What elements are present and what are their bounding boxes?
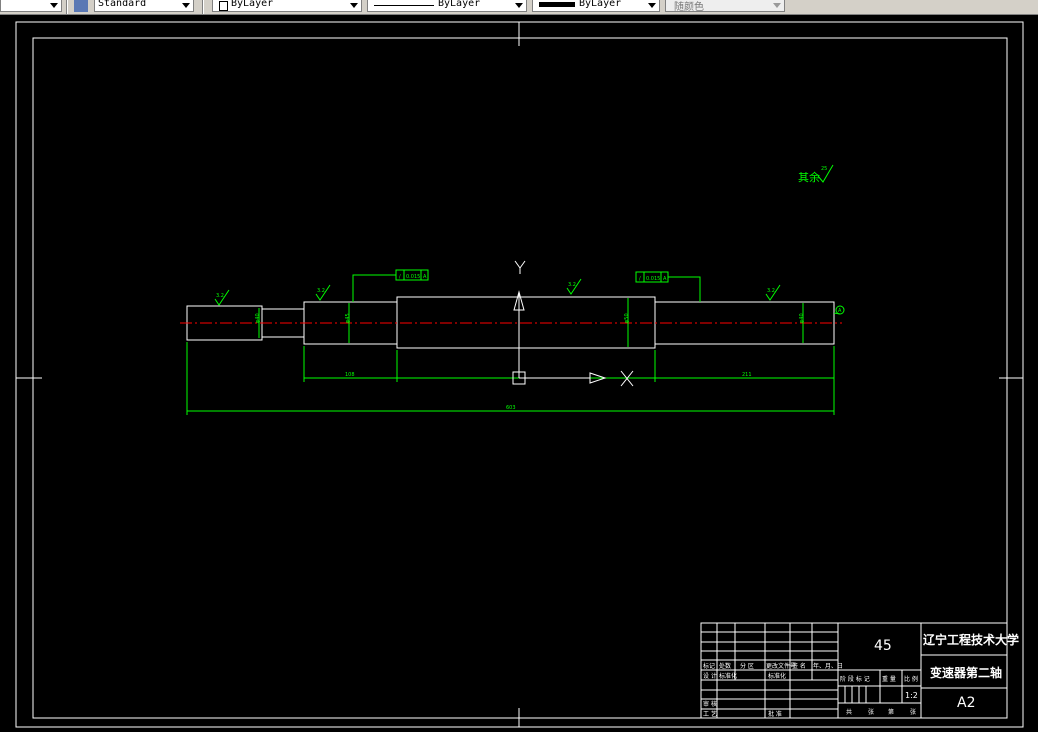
tolerance-value-2: 0.015 — [646, 276, 660, 282]
chevron-down-icon — [182, 3, 190, 8]
toolbar-dropdown-left[interactable] — [0, 0, 62, 12]
lineweight-dropdown[interactable]: ByLayer — [532, 0, 660, 12]
linetype-value: ByLayer — [438, 0, 481, 9]
sheets-label-1: 张 — [868, 708, 874, 716]
dim-108: 108 — [345, 372, 355, 378]
diameter-label-1: φ40 — [255, 313, 261, 323]
properties-toolbar: Standard ByLayer ByLayer ByLayer 随颜色 — [0, 0, 1038, 15]
row1-label-0: 标记 — [703, 662, 715, 670]
title-part-name: 变速器第二轴 — [930, 665, 1002, 680]
flatness-icon: / — [639, 276, 641, 282]
process-label: 工 艺 — [703, 710, 717, 718]
datum-marker: A — [838, 308, 842, 314]
diameter-label-3: φ50 — [624, 313, 630, 323]
text-style-icon[interactable] — [74, 0, 88, 12]
tolerance-value-1: 0.015 — [406, 274, 420, 280]
sheet-count-labels: 共 张 第 张 — [846, 708, 916, 716]
title-sheet-size: A2 — [957, 695, 975, 711]
title-scale: 1:2 — [905, 691, 918, 700]
plot-style-dropdown[interactable]: 随颜色 — [665, 0, 785, 13]
diameter-label-4: φ40 — [799, 313, 805, 323]
tolerance-datum-1: A — [423, 274, 427, 280]
dim-211: 211 — [742, 372, 752, 378]
row2-label-3: 标准化 — [768, 672, 786, 680]
drawing-canvas[interactable]: φ40 φ45 φ50 φ40 108 211 603 3.2 3.2 3.2 … — [0, 15, 1038, 732]
roughness-other-value: 25 — [821, 166, 827, 172]
title-material: 45 — [874, 638, 892, 654]
stage-label-0: 阶 段 标 记 — [840, 675, 870, 683]
roughness-label-4: 3.2 — [767, 288, 775, 294]
chevron-down-icon — [350, 3, 358, 8]
toolbar-separator — [66, 0, 68, 14]
row2-label-0: 设 计 — [703, 672, 717, 680]
sheets-label-0: 共 — [846, 708, 852, 716]
row1-label-4: 签 名 — [792, 662, 806, 670]
roughness-label-2: 3.2 — [317, 288, 325, 294]
layer-dropdown[interactable]: ByLayer — [212, 0, 362, 12]
approve-label: 批 准 — [768, 710, 782, 718]
stage-label-2: 比 例 — [904, 675, 918, 683]
audit-label: 审 核 — [703, 700, 717, 708]
layer-value: ByLayer — [231, 0, 274, 9]
lineweight-value: ByLayer — [579, 0, 622, 9]
row2-label-1: 标准化 — [719, 672, 737, 680]
linetype-dropdown[interactable]: ByLayer — [367, 0, 527, 12]
sheets-label-2: 第 — [888, 708, 894, 716]
toolbar-separator — [202, 0, 204, 14]
row1-label-2: 分 区 — [740, 662, 754, 670]
roughness-label-1: 3.2 — [216, 293, 224, 299]
title-stage-labels: 阶 段 标 记 重 量 比 例 — [840, 675, 918, 683]
dim-total: 603 — [506, 405, 516, 411]
chevron-down-icon — [50, 3, 58, 8]
sheets-label-3: 张 — [910, 708, 916, 716]
color-swatch-icon — [219, 1, 228, 11]
title-row-labels-2: 设 计 标准化 标准化 — [703, 672, 786, 680]
roughness-symbols — [214, 164, 834, 306]
chevron-down-icon — [773, 3, 781, 8]
title-school: 辽宁工程技术大学 — [923, 632, 1019, 647]
flatness-icon: / — [399, 274, 401, 280]
text-style-dropdown[interactable]: Standard — [94, 0, 194, 12]
diameter-label-2: φ45 — [345, 313, 351, 323]
stage-label-1: 重 量 — [882, 675, 896, 683]
lineweight-sample-icon — [539, 2, 575, 7]
roughness-other-label: 其余 — [798, 170, 820, 184]
title-row-labels-1: 标记 处数 分 区 更改文件号 签 名 年、月、日 — [703, 662, 843, 670]
text-style-value: Standard — [98, 0, 147, 9]
row1-label-1: 处数 — [719, 662, 731, 670]
linetype-sample-icon — [374, 5, 434, 6]
chevron-down-icon — [515, 3, 523, 8]
roughness-label-3: 3.2 — [568, 282, 576, 288]
tolerance-datum-2: A — [663, 276, 667, 282]
plot-style-value: 随颜色 — [674, 2, 704, 13]
row1-label-5: 年、月、日 — [813, 662, 843, 670]
chevron-down-icon — [648, 3, 656, 8]
